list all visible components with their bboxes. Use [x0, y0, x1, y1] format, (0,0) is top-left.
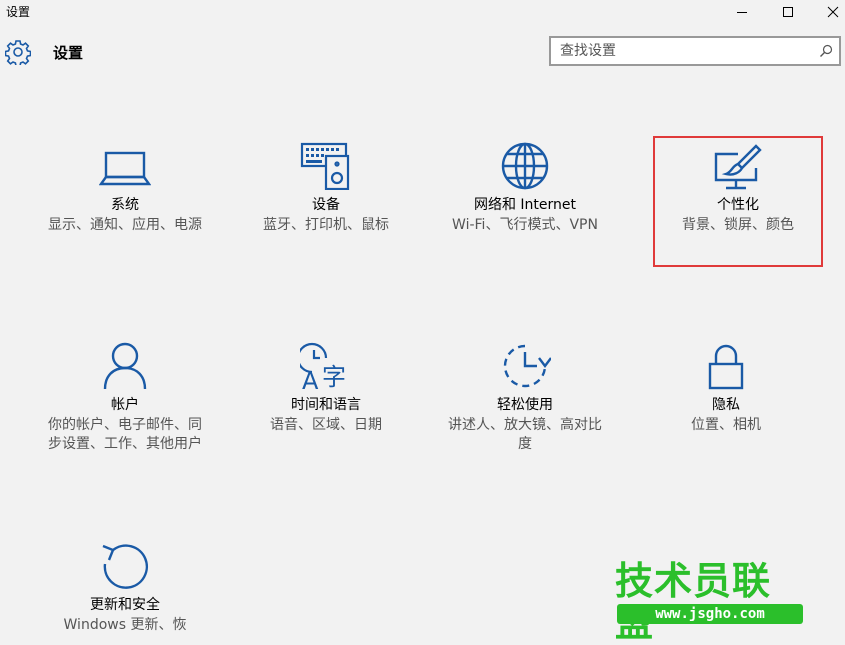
svg-text:字: 字: [322, 363, 346, 390]
search-box[interactable]: [549, 36, 841, 66]
tile-name: 隐私: [712, 397, 740, 413]
tile-description: 语音、区域、日期: [270, 417, 382, 433]
refresh-icon: [102, 544, 148, 589]
tile-description: 位置、相机: [691, 417, 761, 433]
tile-name: 更新和安全: [90, 597, 160, 613]
person-icon: [103, 342, 147, 390]
tile-devices[interactable]: 设备 蓝牙、打印机、鼠标: [226, 142, 426, 235]
tile-system[interactable]: 系统 显示、通知、应用、电源: [25, 142, 225, 235]
tile-name: 网络和 Internet: [473, 197, 577, 213]
paintbrush-monitor-icon: [714, 144, 762, 190]
watermark-logo: 技术员联盟 www.jsgho.com: [615, 560, 805, 644]
tile-description: 背景、锁屏、颜色: [682, 217, 794, 233]
keyboard-speaker-icon: [300, 142, 350, 190]
svg-text:A: A: [302, 367, 319, 390]
title-bar: 设置: [0, 0, 845, 24]
tile-name: 系统: [111, 197, 139, 213]
tile-name: 设备: [312, 197, 340, 213]
search-input[interactable]: [551, 38, 810, 64]
tile-name: 帐户: [111, 397, 139, 413]
close-icon: [827, 6, 839, 18]
tile-name: 轻松使用: [497, 397, 553, 413]
tile-accounts[interactable]: 帐户 你的帐户、电子邮件、同步设置、工作、其他用户: [25, 342, 225, 454]
window-title: 设置: [6, 5, 31, 19]
tile-privacy[interactable]: 隐私 位置、相机: [626, 342, 826, 435]
tile-ease-of-access[interactable]: 轻松使用 讲述人、放大镜、高对比度: [425, 342, 625, 454]
tile-description: 讲述人、放大镜、高对比度: [448, 417, 602, 452]
minimize-button[interactable]: [720, 0, 764, 24]
gear-icon: [5, 40, 31, 65]
tile-description: 蓝牙、打印机、鼠标: [263, 217, 389, 233]
tile-personalization[interactable]: 个性化 背景、锁屏、颜色: [653, 136, 823, 267]
watermark-text: 技术员联盟: [615, 559, 772, 644]
ease-of-access-icon: [503, 344, 551, 388]
tile-description: Windows 更新、恢: [63, 617, 187, 633]
tile-name: 个性化: [717, 197, 759, 213]
globe-icon: [501, 142, 549, 190]
tile-time-language[interactable]: A 字 时间和语言 语音、区域、日期: [226, 342, 426, 435]
tile-update-security[interactable]: 更新和安全 Windows 更新、恢: [25, 542, 225, 635]
tile-network[interactable]: 网络和 Internet Wi-Fi、飞行模式、VPN: [425, 142, 625, 235]
tile-description: 你的帐户、电子邮件、同步设置、工作、其他用户: [48, 417, 202, 452]
minimize-icon: [737, 12, 747, 13]
clock-language-icon: A 字: [300, 342, 346, 390]
tile-description: 显示、通知、应用、电源: [48, 217, 202, 233]
maximize-icon: [783, 7, 793, 17]
lock-icon: [708, 344, 744, 390]
search-icon[interactable]: [819, 44, 833, 58]
close-button[interactable]: [811, 0, 845, 24]
maximize-button[interactable]: [766, 0, 810, 24]
tile-name: 时间和语言: [291, 397, 361, 413]
page-title: 设置: [53, 44, 84, 62]
tile-description: Wi-Fi、飞行模式、VPN: [452, 217, 598, 233]
watermark-url: www.jsgho.com: [617, 604, 803, 624]
laptop-icon: [99, 151, 151, 186]
